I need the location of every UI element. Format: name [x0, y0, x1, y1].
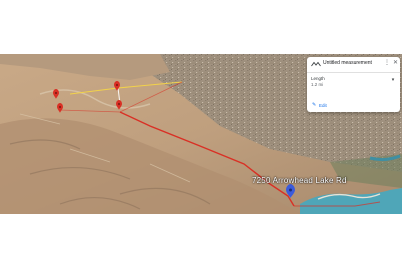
more-vert-icon[interactable]: ⋮	[384, 59, 390, 68]
bottom-letterbox	[0, 214, 402, 268]
edit-button[interactable]: ✎ Edit	[310, 101, 329, 110]
dropdown-arrow-icon[interactable]: ▾	[389, 77, 397, 83]
top-letterbox	[0, 0, 402, 54]
metric-value: 1.2 mi	[311, 82, 324, 87]
panel-header: Untitled measurement ⋮ ✕	[307, 57, 400, 71]
metric-label: Length	[311, 76, 325, 81]
measurement-panel: Untitled measurement ⋮ ✕ Length 1.2 mi ▾…	[307, 57, 400, 112]
ruler-icon	[311, 61, 321, 67]
road-label: 7250 Arrowhead Lake Rd	[252, 176, 347, 185]
pencil-icon: ✎	[312, 102, 317, 108]
panel-title: Untitled measurement	[323, 60, 372, 66]
close-icon[interactable]: ✕	[392, 59, 399, 68]
panel-divider	[307, 72, 400, 73]
edit-label: Edit	[319, 103, 327, 108]
